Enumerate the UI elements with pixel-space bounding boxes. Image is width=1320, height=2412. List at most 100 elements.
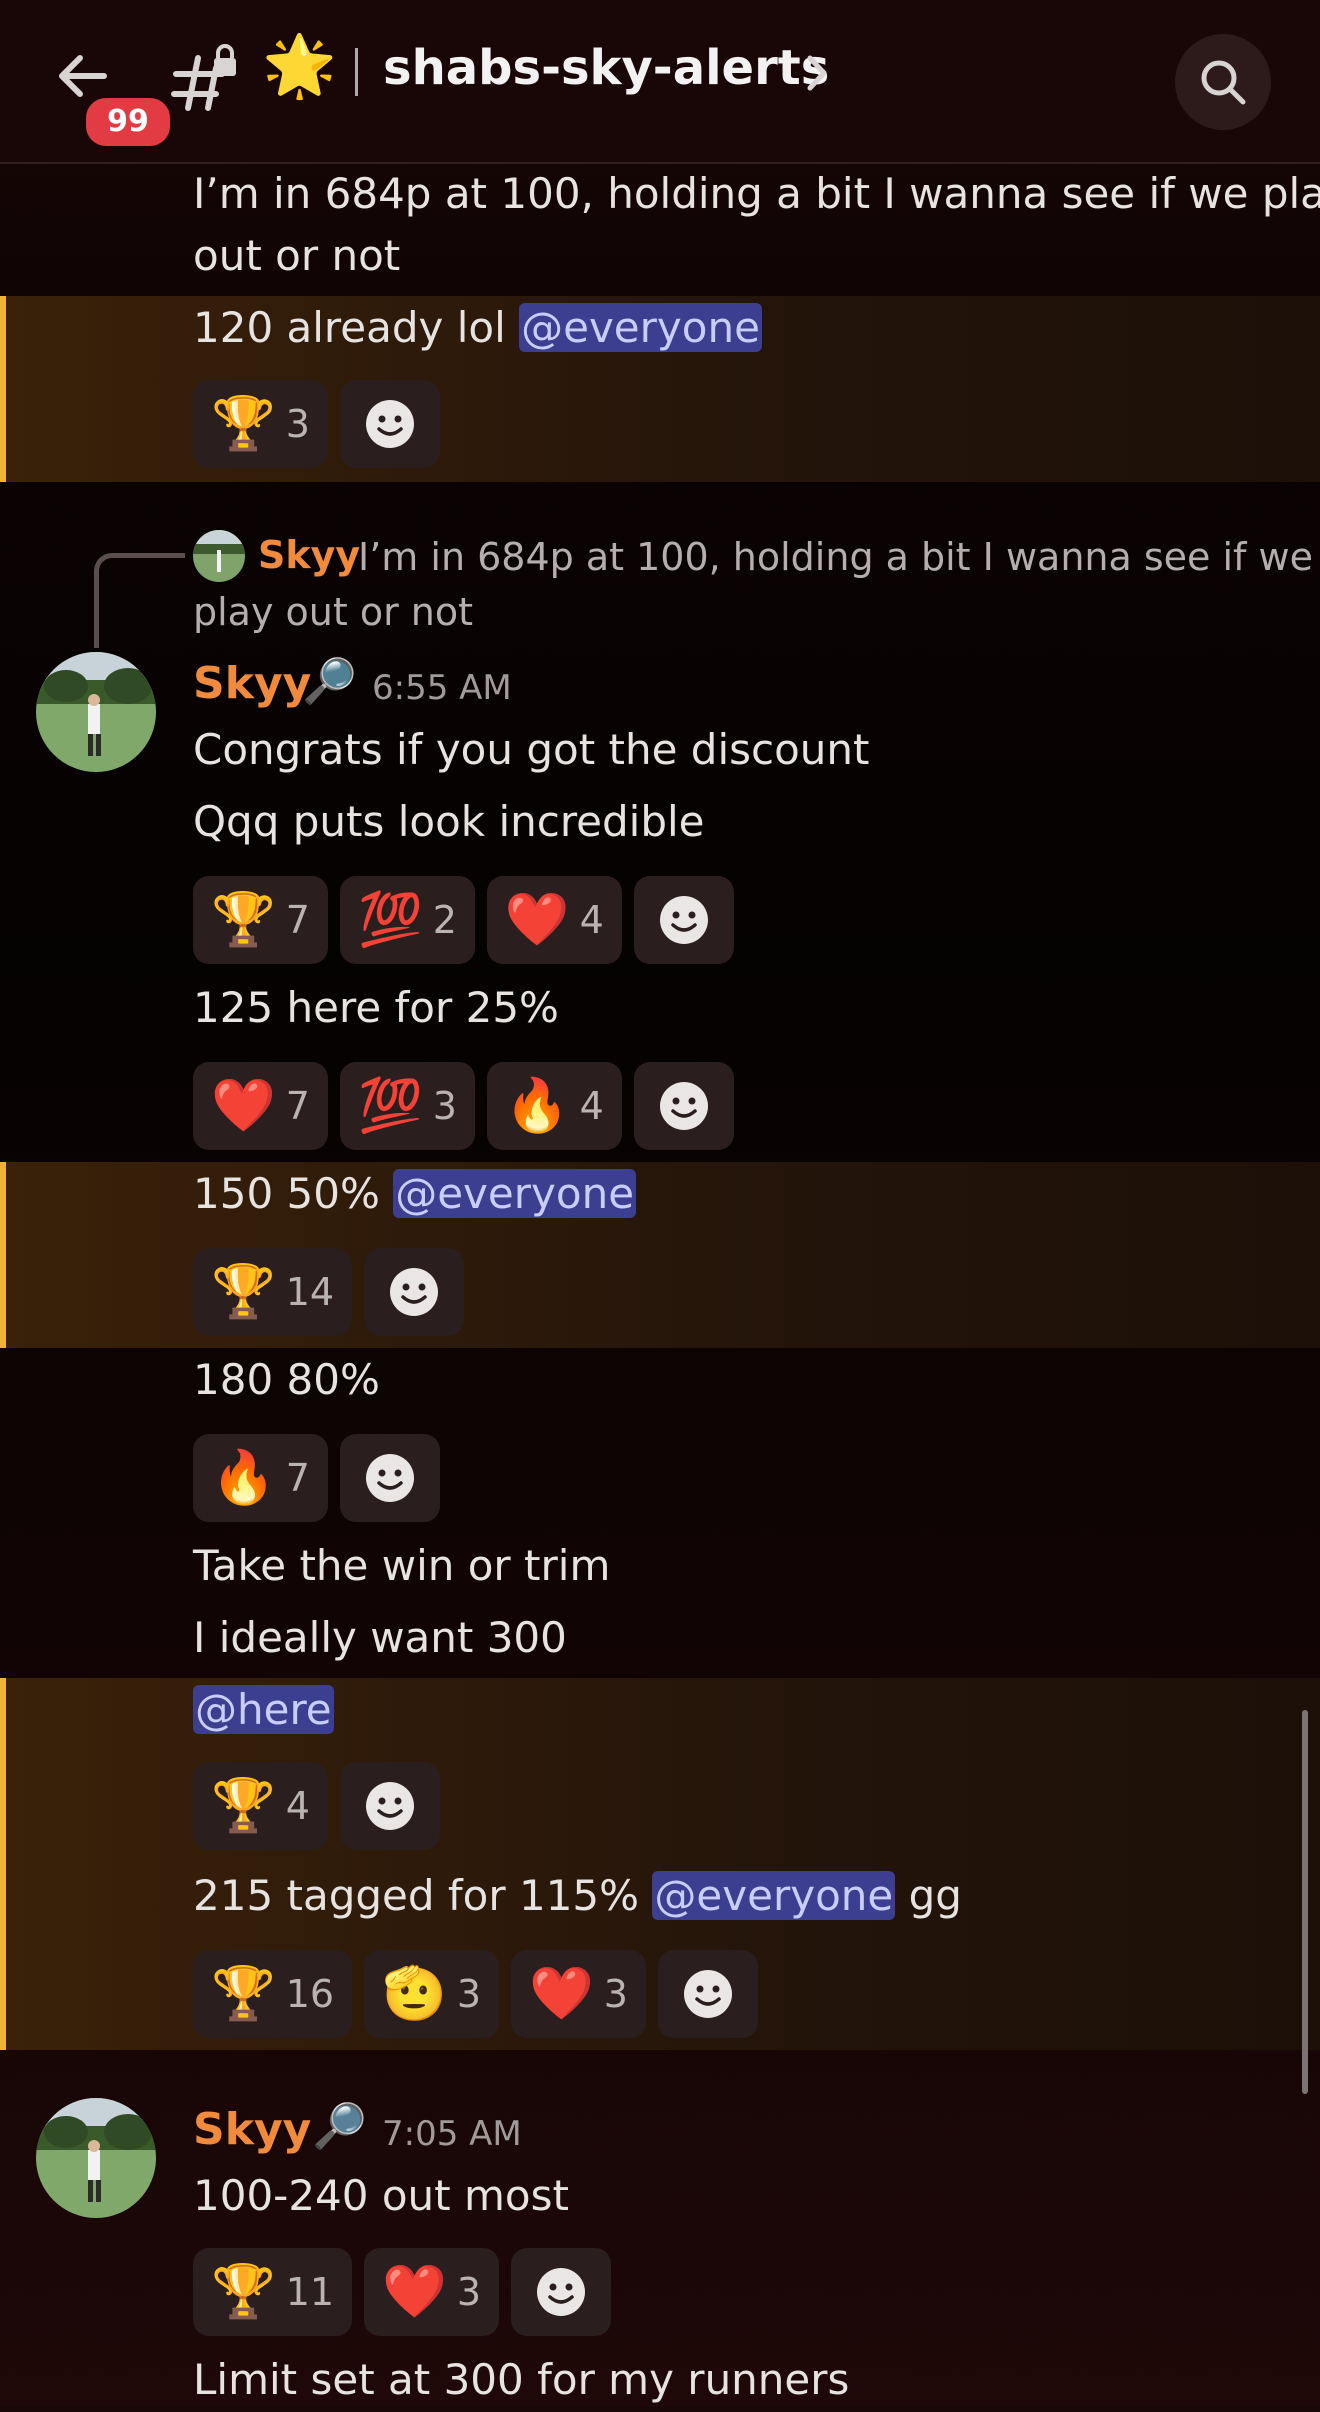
reaction-count: 4 [579,1084,604,1128]
reaction-count: 14 [285,1270,335,1314]
scrollbar[interactable] [1302,1710,1308,2094]
heart-icon: ❤️ [382,2262,447,2322]
heart-icon: ❤️ [529,1964,594,2024]
reaction-count: 16 [285,1972,335,2016]
message-text: Limit set at 300 for my runners [193,2355,850,2404]
message-text: @here [193,1678,334,1742]
trophy-icon: 🏆 [211,2262,276,2322]
message-text: 120 already lol @everyone [193,296,762,360]
message-text: Congrats if you got the discount [193,725,870,774]
smiley-add-icon [683,1970,732,2018]
reaction-trophy[interactable]: 🏆 4 [193,1762,328,1850]
reaction-fire[interactable]: 🔥 7 [193,1434,328,1522]
trophy-icon: 🏆 [211,1262,276,1322]
mention-bar [0,1162,6,1348]
hundred-points-icon: 💯 [357,1076,423,1136]
reaction-row: 🔥 7 [193,1434,440,1522]
reaction-count: 3 [285,402,310,446]
author-name[interactable]: Skyy [193,2104,311,2155]
message-text: out or not [193,231,401,280]
header-divider [355,48,358,96]
add-reaction-button[interactable] [364,1248,465,1336]
smiley-add-icon [365,1454,414,1502]
message-text-part: gg [895,1871,962,1920]
reaction-trophy[interactable]: 🏆 14 [193,1248,353,1336]
reply-preview-text[interactable]: play out or not [193,585,473,639]
chevron-right-icon[interactable] [802,50,832,96]
reaction-salute[interactable]: 🫡 3 [364,1950,500,2038]
reaction-count: 4 [285,1784,310,1828]
reply-connector [94,553,185,648]
smiley-add-icon [390,1268,439,1316]
reaction-fire[interactable]: 🔥 4 [486,1062,622,1150]
message-text-part: 150 50% [193,1169,394,1218]
mention-everyone[interactable]: @everyone [519,303,762,352]
message-text-part: 215 tagged for 115% [193,1871,653,1920]
add-reaction-button[interactable] [339,380,440,468]
message-timestamp: 6:55 AM [372,668,512,708]
reaction-count: 7 [285,1084,310,1128]
add-reaction-button[interactable] [633,1062,734,1150]
message-text: I ideally want 300 [193,1613,567,1662]
reaction-heart[interactable]: ❤️ 3 [511,1950,646,2038]
reply-preview-text[interactable]: I’m in 684p at 100, holding a bit I wann… [358,530,1313,584]
reaction-100[interactable]: 💯 3 [339,1062,475,1150]
smiley-add-icon [659,896,708,944]
reaction-trophy[interactable]: 🏆 3 [193,380,328,468]
glowing-star-icon: 🌟 [262,31,337,101]
trophy-icon: 🏆 [211,1964,276,2024]
message-text: 215 tagged for 115% @everyone gg [193,1864,962,1928]
mention-here[interactable]: @here [193,1685,334,1734]
saluting-face-icon: 🫡 [382,1964,447,2024]
message-timestamp: 7:05 AM [382,2114,522,2154]
reaction-count: 2 [432,898,457,942]
reaction-heart[interactable]: ❤️ 4 [486,876,622,964]
add-reaction-button[interactable] [633,876,734,964]
reaction-row: 🏆 14 [193,1248,465,1336]
avatar[interactable] [36,2098,156,2218]
reaction-row: 🏆 3 [193,380,440,468]
mention-bar [0,1678,6,2050]
smiley-add-icon [365,400,414,448]
reaction-count: 4 [579,898,604,942]
reaction-count: 3 [603,1972,628,2016]
search-button[interactable] [1175,34,1271,130]
reaction-100[interactable]: 💯 2 [339,876,475,964]
message-text: Take the win or trim [193,1541,611,1590]
message-text: 150 50% @everyone [193,1162,637,1226]
mention-bar [0,296,6,482]
reaction-trophy[interactable]: 🏆 16 [193,1950,353,2038]
add-reaction-button[interactable] [339,1762,440,1850]
unread-badge: 99 [82,94,174,150]
smiley-add-icon [537,2268,586,2316]
reaction-row: ❤️ 7 💯 3 🔥 4 [193,1062,734,1150]
hundred-points-icon: 💯 [357,890,423,950]
reaction-heart[interactable]: ❤️ 3 [364,2248,500,2336]
avatar[interactable] [36,652,156,772]
trophy-icon: 🏆 [211,394,276,454]
mention-everyone[interactable]: @everyone [393,1169,637,1218]
reaction-count: 3 [456,1972,482,2016]
reply-username[interactable]: Skyy [258,533,360,577]
reaction-count: 3 [432,1084,457,1128]
heart-icon: ❤️ [504,890,570,950]
add-reaction-button[interactable] [657,1950,758,2038]
smiley-add-icon [365,1782,414,1830]
add-reaction-button[interactable] [339,1434,440,1522]
heart-icon: ❤️ [211,1076,276,1136]
message-text: I’m in 684p at 100, holding a bit I wann… [193,169,1320,218]
magnifier-badge-icon: 🔎 [312,2101,367,2152]
fire-icon: 🔥 [211,1448,276,1508]
message-text: Qqq puts look incredible [193,797,705,846]
reaction-row: 🏆 11 ❤️ 3 [193,2248,612,2336]
message-text: 125 here for 25% [193,983,559,1032]
author-name[interactable]: Skyy [193,658,311,709]
channel-name[interactable]: shabs-sky-alerts [383,40,829,96]
reaction-heart[interactable]: ❤️ 7 [193,1062,328,1150]
reaction-count: 3 [456,2270,482,2314]
mention-everyone[interactable]: @everyone [652,1871,896,1920]
add-reaction-button[interactable] [511,2248,612,2336]
reaction-trophy[interactable]: 🏆 7 [193,876,328,964]
reply-avatar[interactable] [193,530,245,582]
reaction-trophy[interactable]: 🏆 11 [193,2248,353,2336]
